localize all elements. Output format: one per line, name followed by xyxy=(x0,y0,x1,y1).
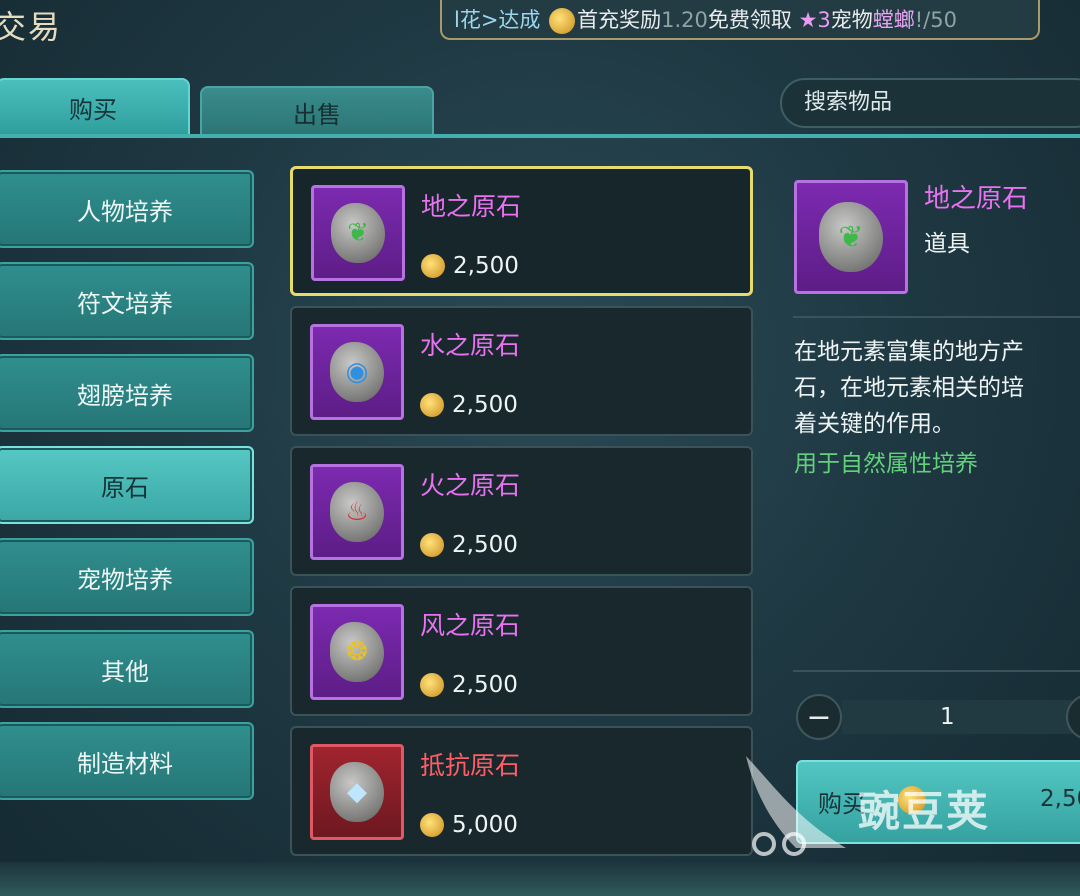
ticker-text-7: 螳螂 xyxy=(872,8,915,32)
item-card[interactable]: ♨ 火之原石 2,500 xyxy=(290,446,753,576)
category-rune[interactable]: 符文培养 xyxy=(0,262,254,340)
item-card[interactable]: ◉ 水之原石 2,500 xyxy=(290,306,753,436)
detail-earth-stone-icon: ❦ xyxy=(794,180,908,294)
detail-description: 在地元素富集的地方产 石，在地元素相关的培 着关键的作用。 xyxy=(794,339,1024,437)
item-card[interactable]: ❦ 地之原石 2,500 xyxy=(290,166,753,296)
fire-stone-icon: ♨ xyxy=(310,464,404,560)
earth-stone-icon: ❦ xyxy=(311,185,405,281)
item-price: 2,500 xyxy=(420,392,518,418)
category-stone[interactable]: 原石 xyxy=(0,446,254,524)
item-name: 地之原石 xyxy=(421,192,522,221)
item-price-value: 2,500 xyxy=(452,672,518,698)
ticker-text-3: 1.20 xyxy=(661,8,708,32)
item-card[interactable]: ◆ 抵抗原石 5,000 xyxy=(290,726,753,856)
item-price-value: 5,000 xyxy=(452,812,518,838)
category-wings[interactable]: 翅膀培养 xyxy=(0,354,254,432)
ticker-text-2: 首充奖励 xyxy=(577,8,662,32)
item-name: 水之原石 xyxy=(420,331,521,360)
category-other[interactable]: 其他 xyxy=(0,630,254,708)
coin-icon xyxy=(420,393,444,417)
coin-icon xyxy=(420,813,444,837)
ticker-text-5: ★3 xyxy=(798,8,831,32)
tab-divider xyxy=(0,134,1080,138)
detail-usage: 用于自然属性培养 xyxy=(794,451,978,477)
category-pet[interactable]: 宠物培养 xyxy=(0,538,254,616)
item-name: 抵抗原石 xyxy=(420,751,521,780)
resist-stone-icon: ◆ xyxy=(310,744,404,840)
coin-icon xyxy=(420,673,444,697)
item-price-value: 2,500 xyxy=(452,532,518,558)
item-price: 2,500 xyxy=(420,532,518,558)
watermark-text: 豌豆荚 xyxy=(858,787,991,836)
item-price: 2,500 xyxy=(421,253,519,279)
search-input[interactable]: 搜索物品 xyxy=(780,78,1080,128)
detail-divider xyxy=(793,670,1080,672)
item-price-value: 2,500 xyxy=(453,253,519,279)
detail-divider xyxy=(793,316,1080,318)
category-character[interactable]: 人物培养 xyxy=(0,170,254,248)
item-card[interactable]: ❂ 风之原石 2,500 xyxy=(290,586,753,716)
coin-icon xyxy=(420,533,444,557)
quantity-bar xyxy=(842,700,1072,734)
tab-sell[interactable]: 出售 xyxy=(200,86,434,138)
water-stone-icon: ◉ xyxy=(310,324,404,420)
quantity-value: 1 xyxy=(940,704,955,730)
ticker-text-6: 宠物 xyxy=(830,8,873,32)
page-title: 交易 xyxy=(0,8,63,46)
item-name: 火之原石 xyxy=(420,471,521,500)
wind-stone-icon: ❂ xyxy=(310,604,404,700)
ticker-text-1: l花>达成 xyxy=(454,8,541,32)
announcement-ticker: l花>达成 首充奖励1.20免费领取 ★3宠物螳螂!/50 xyxy=(440,0,1040,40)
bottom-bar xyxy=(0,862,1080,896)
coin-icon xyxy=(421,254,445,278)
ticker-text-4: 免费领取 xyxy=(707,8,792,32)
tab-buy[interactable]: 购买 xyxy=(0,78,190,136)
detail-item-name: 地之原石 xyxy=(924,184,1029,214)
item-price-value: 2,500 xyxy=(452,392,518,418)
decrease-quantity-button[interactable]: − xyxy=(796,694,842,740)
detail-item-type: 道具 xyxy=(924,231,970,257)
category-materials[interactable]: 制造材料 xyxy=(0,722,254,800)
ticker-text-8: !/50 xyxy=(914,8,957,32)
coin-icon xyxy=(549,8,576,34)
item-name: 风之原石 xyxy=(420,611,521,640)
item-price: 5,000 xyxy=(420,812,518,838)
item-price: 2,500 xyxy=(420,672,518,698)
